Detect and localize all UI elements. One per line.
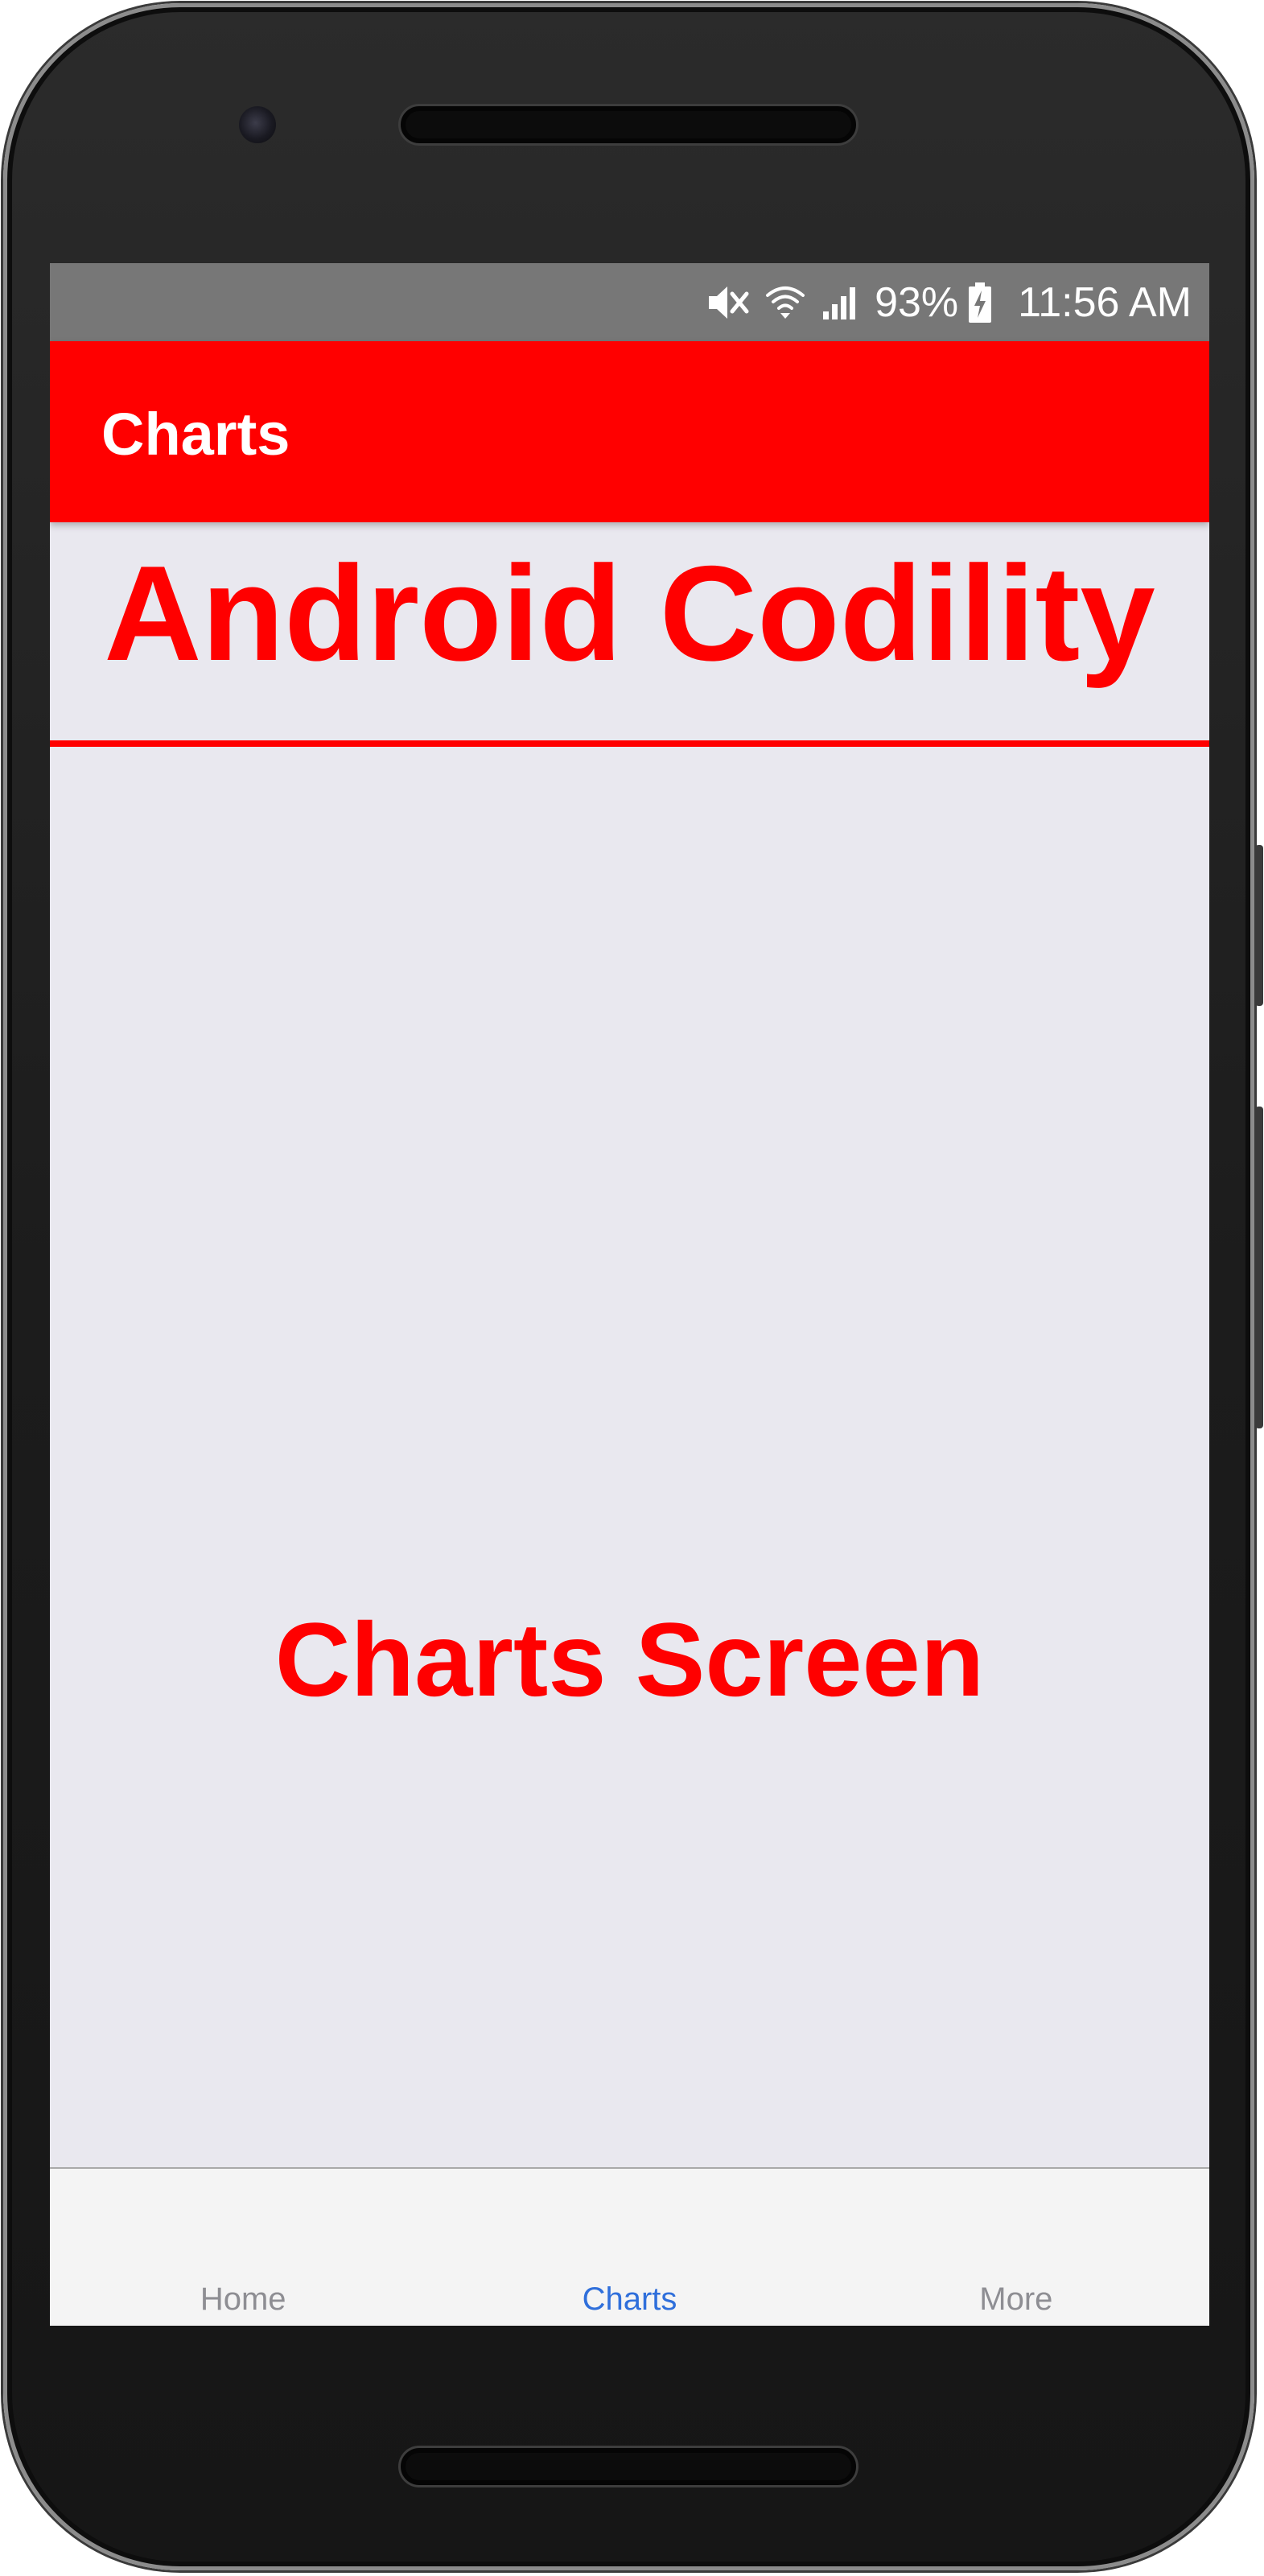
wifi-icon [765,282,805,323]
power-button [1255,845,1263,1006]
screen-label: Charts Screen [274,1601,985,1718]
signal-icon [820,282,860,323]
phone-screen: 93% 11:56 AM Charts Android Codility Cha… [50,263,1209,2326]
battery-percentage: 93% [875,278,959,326]
bottom-tab-bar: Home Charts More [50,2167,1209,2326]
mute-icon [706,282,751,323]
app-bar: Charts [50,341,1209,522]
volume-button [1255,1107,1263,1428]
tab-more[interactable]: More [823,2169,1209,2326]
tab-more-label: More [979,2281,1053,2317]
battery-charging-icon [968,282,992,324]
tab-home[interactable]: Home [50,2169,436,2326]
tab-charts[interactable]: Charts [436,2169,822,2326]
earpiece-speaker [401,106,856,143]
heading-divider [50,740,1209,747]
tab-charts-label: Charts [582,2281,677,2317]
bottom-speaker [401,2448,856,2485]
status-bar: 93% 11:56 AM [50,263,1209,341]
page-heading: Android Codility [104,538,1155,689]
tab-home-label: Home [200,2281,286,2317]
app-bar-title: Charts [101,401,290,468]
status-clock: 11:56 AM [1018,278,1192,326]
front-camera [239,106,276,143]
